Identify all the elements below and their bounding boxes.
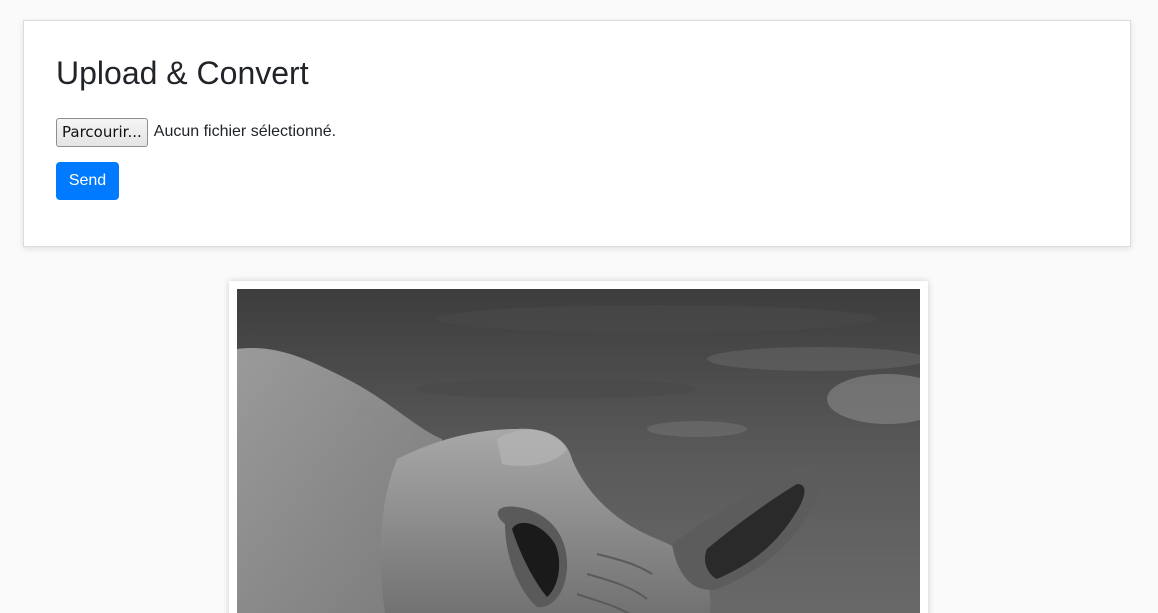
file-status-text: Aucun fichier sélectionné. (153, 123, 337, 140)
rhino-photo (237, 289, 920, 613)
upload-card: Upload & Convert Parcourir... Aucun fich… (23, 20, 1131, 247)
send-button[interactable]: Send (56, 162, 119, 200)
page-title: Upload & Convert (56, 55, 309, 91)
browse-button[interactable]: Parcourir... (56, 117, 148, 147)
rhino-image (237, 289, 920, 613)
result-image-frame (229, 281, 928, 613)
file-input[interactable]: Parcourir... Aucun fichier sélectionné. (56, 117, 336, 147)
page: Upload & Convert Parcourir... Aucun fich… (0, 0, 1158, 613)
